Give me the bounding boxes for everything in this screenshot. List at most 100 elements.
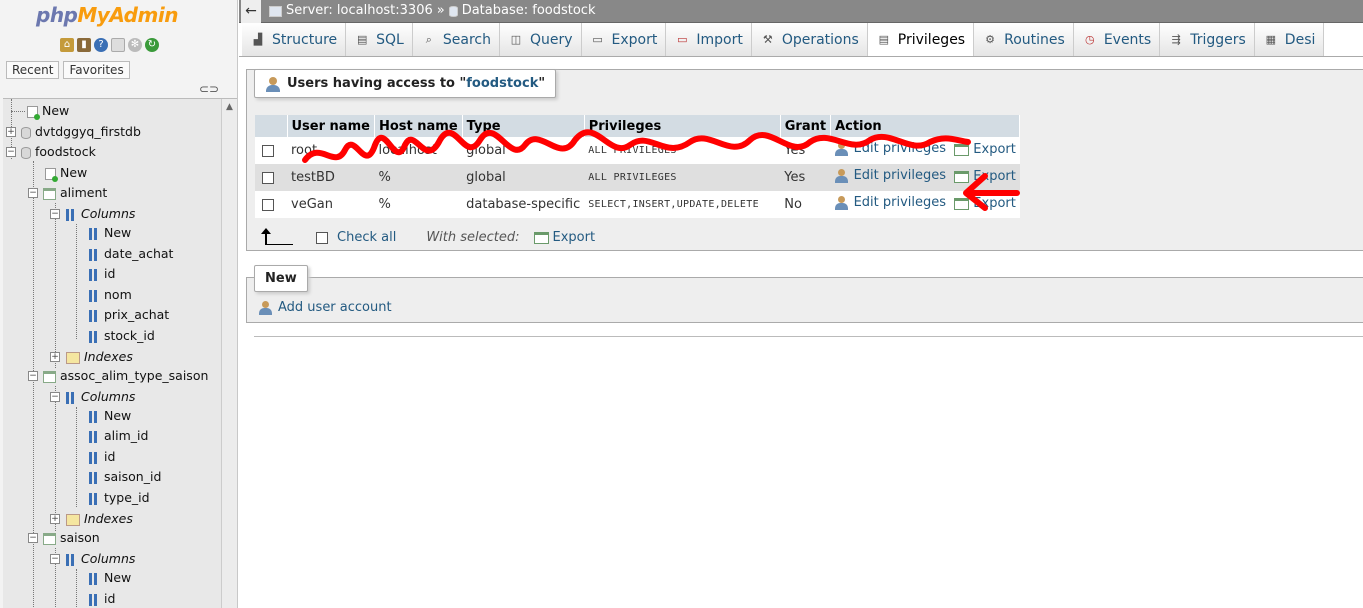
reload-icon[interactable]: ↻	[145, 38, 159, 52]
col-grant[interactable]: Grant	[780, 115, 832, 137]
wrench-icon: ⚒	[762, 33, 773, 46]
tree-table-aliment[interactable]: aliment	[43, 183, 107, 203]
tree-table-assoc[interactable]: assoc_alim_type_saison	[43, 366, 208, 386]
tab-triggers[interactable]: ⇶ Triggers	[1160, 23, 1255, 56]
add-user-account-link[interactable]: Add user account	[259, 300, 392, 315]
link-with-main-panel-icon[interactable]: ⊂⊃	[199, 82, 219, 96]
logout-icon[interactable]: ▮	[77, 38, 91, 52]
breadcrumb-database[interactable]: Database: foodstock	[462, 0, 596, 22]
settings-gear-icon[interactable]: ✻	[128, 38, 142, 52]
tree-column-label: prix_achat	[104, 307, 170, 322]
bulk-export-button[interactable]: Export	[533, 230, 595, 245]
expand-icon[interactable]: +	[50, 352, 60, 362]
row-checkbox[interactable]	[262, 144, 274, 157]
edit-privileges-link[interactable]: Edit privileges	[834, 195, 946, 210]
export-icon: ▭	[592, 33, 603, 46]
tree-new-table[interactable]: New	[45, 163, 87, 183]
tree-indexes-assoc[interactable]: Indexes	[66, 509, 133, 529]
tree-column[interactable]: id	[89, 264, 115, 284]
tree-column[interactable]: nom	[89, 285, 132, 305]
tab-structure[interactable]: ▟ Structure	[242, 23, 347, 56]
col-type[interactable]: Type	[462, 115, 585, 137]
edit-privileges-link[interactable]: Edit privileges	[834, 168, 946, 183]
tree-column[interactable]: New	[89, 406, 131, 426]
tree-db-foodstock[interactable]: foodstock	[21, 142, 96, 162]
col-host-name[interactable]: Host name	[374, 115, 463, 137]
tree-db-dvtdggyq[interactable]: dvtdggyq_firstdb	[21, 122, 141, 142]
phpmyadmin-logo[interactable]: phpMyAdmin	[36, 3, 178, 27]
check-all-label[interactable]: Check all	[337, 230, 396, 245]
column-icon	[89, 309, 99, 322]
col-user-name[interactable]: User name	[287, 115, 375, 137]
collapse-icon[interactable]: −	[50, 392, 60, 402]
documentation-icon[interactable]	[111, 38, 125, 52]
collapse-icon[interactable]: −	[28, 371, 38, 381]
tab-query[interactable]: ◫ Query	[499, 23, 582, 56]
tree-columns-aliment[interactable]: Columns	[66, 204, 135, 224]
recent-tab[interactable]: Recent	[6, 61, 60, 79]
tab-events[interactable]: ◷ Events	[1073, 23, 1161, 56]
export-link[interactable]: Export	[954, 196, 1016, 211]
row-checkbox[interactable]	[262, 198, 274, 211]
expand-icon[interactable]: +	[50, 514, 60, 524]
tree-column[interactable]: id	[89, 589, 115, 608]
edit-privileges-link[interactable]: Edit privileges	[834, 141, 946, 156]
tab-sql[interactable]: ▤ SQL	[346, 23, 413, 56]
tree-columns-saison[interactable]: Columns	[66, 549, 135, 569]
scroll-up-icon[interactable]: ▲	[226, 102, 233, 112]
legend-db-link[interactable]: foodstock	[466, 76, 538, 91]
tree-column[interactable]: saison_id	[89, 467, 161, 487]
breadcrumb-server[interactable]: Server: localhost:3306	[286, 0, 433, 22]
collapse-icon[interactable]: −	[6, 147, 16, 157]
export-link[interactable]: Export	[954, 169, 1016, 184]
help-icon[interactable]: ?	[94, 38, 108, 52]
column-icon	[89, 492, 99, 505]
tab-routines[interactable]: ⚙ Routines	[974, 23, 1074, 56]
tab-label: Import	[696, 32, 743, 48]
tree-column[interactable]: alim_id	[89, 426, 148, 446]
tree-column[interactable]: New	[89, 568, 131, 588]
legend-prefix: Users having access to "	[287, 76, 467, 91]
tree-table-saison[interactable]: saison	[43, 528, 100, 548]
tab-export[interactable]: ▭ Export	[581, 23, 667, 56]
favorites-tab[interactable]: Favorites	[63, 61, 130, 79]
collapse-icon[interactable]: −	[50, 209, 60, 219]
home-icon[interactable]: ⌂	[60, 38, 74, 52]
tree-scrollbar[interactable]: ▲	[221, 99, 237, 608]
tab-operations[interactable]: ⚒ Operations	[751, 23, 868, 56]
tree-new-database[interactable]: New	[11, 101, 69, 121]
tree-column[interactable]: date_achat	[89, 244, 173, 264]
tab-designer[interactable]: ▦ Desi	[1254, 23, 1325, 56]
back-arrow-icon[interactable]: ←	[241, 0, 261, 23]
tree-column[interactable]: New	[89, 223, 131, 243]
tab-search[interactable]: ⌕ Search	[412, 23, 500, 56]
tab-label: Desi	[1284, 32, 1316, 48]
cell-privileges: SELECT,INSERT,UPDATE,DELETE	[584, 191, 781, 218]
export-link[interactable]: Export	[954, 142, 1016, 157]
expand-icon[interactable]: +	[6, 127, 16, 137]
tree-table-label: aliment	[60, 185, 108, 200]
tree-new-label: New	[42, 103, 70, 118]
col-privileges[interactable]: Privileges	[584, 115, 781, 137]
search-icon: ⌕	[425, 33, 432, 46]
tree-column-label: nom	[104, 287, 132, 302]
check-all-checkbox[interactable]	[316, 231, 328, 244]
users-fieldset: Users having access to "foodstock" User …	[246, 69, 1363, 251]
tree-column[interactable]: id	[89, 447, 115, 467]
tree-column[interactable]: prix_achat	[89, 305, 169, 325]
tab-import[interactable]: ▭ Import	[666, 23, 752, 56]
collapse-icon[interactable]: −	[50, 554, 60, 564]
cell-host: localhost	[374, 137, 463, 164]
collapse-icon[interactable]: −	[28, 188, 38, 198]
tab-privileges[interactable]: ▤ Privileges	[867, 23, 975, 56]
tree-column[interactable]: stock_id	[89, 326, 155, 346]
database-icon	[21, 146, 31, 159]
cell-host: %	[374, 164, 463, 191]
tree-indexes-aliment[interactable]: Indexes	[66, 347, 133, 367]
collapse-icon[interactable]: −	[28, 533, 38, 543]
tree-column[interactable]: type_id	[89, 488, 150, 508]
cell-user: veGan	[287, 191, 375, 218]
tree-columns-assoc[interactable]: Columns	[66, 387, 135, 407]
row-checkbox[interactable]	[262, 171, 274, 184]
tree-db-label: foodstock	[35, 144, 96, 159]
